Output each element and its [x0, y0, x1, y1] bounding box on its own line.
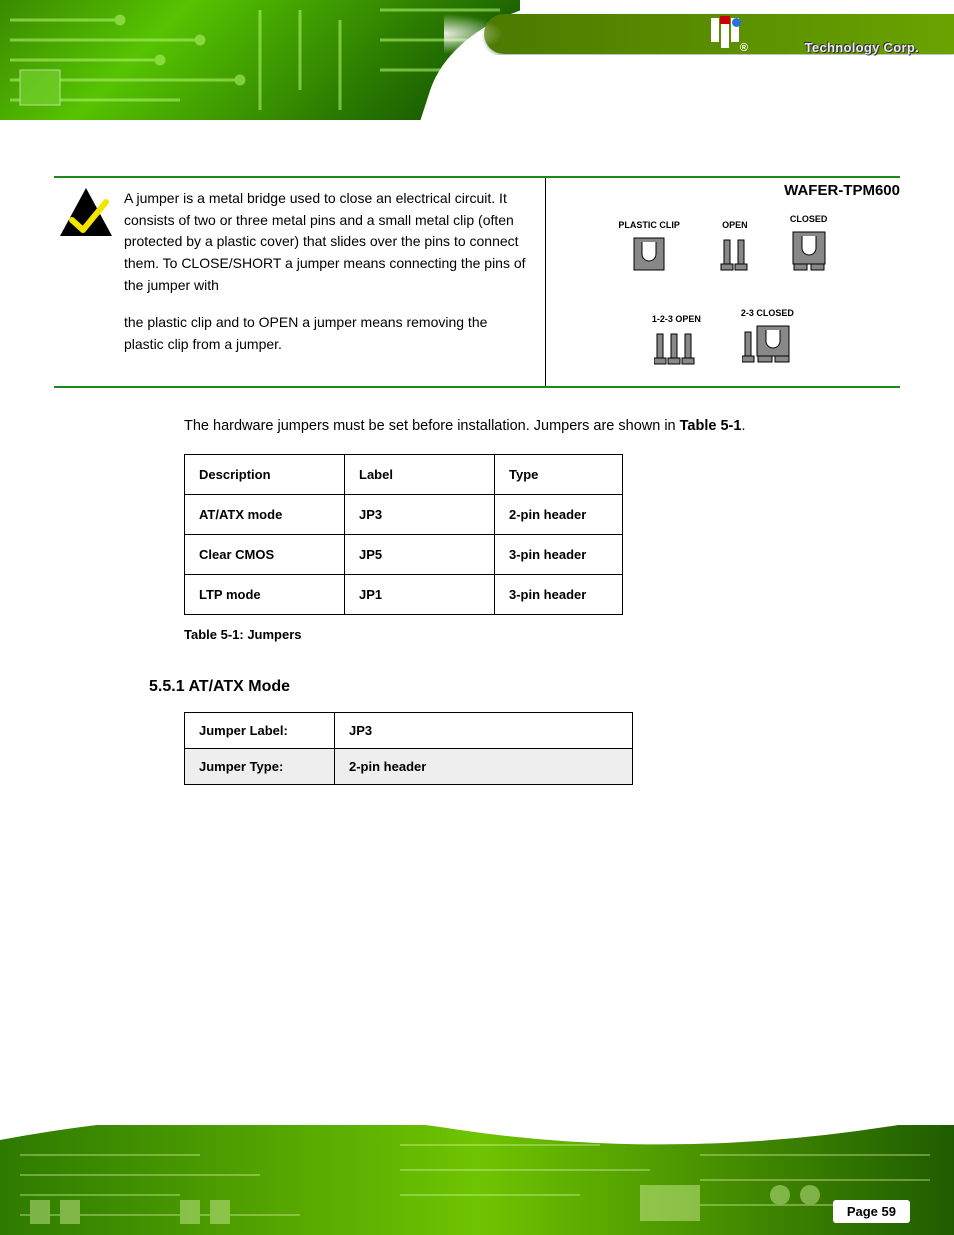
- jumper-123-open-icon: [654, 330, 698, 366]
- note-text: A jumper is a metal bridge used to close…: [124, 186, 531, 362]
- label-plastic-clip: PLASTIC CLIP: [618, 220, 680, 230]
- footer-wave-icon: [0, 1125, 954, 1165]
- registered-mark: ®: [740, 42, 748, 54]
- table-header-row: Description Label Type: [185, 454, 623, 494]
- jumper-open-icon: [720, 236, 750, 272]
- plastic-clip-icon: [632, 236, 666, 272]
- page-number: Page 59: [833, 1200, 910, 1223]
- banner-white-curve-2: [420, 55, 954, 120]
- jumper-23-closed-icon: [742, 324, 792, 366]
- jumpers-table: Description Label Type AT/ATX mode JP3 2…: [184, 454, 623, 615]
- note-paragraph-2: the plastic clip and to OPEN a jumper me…: [124, 312, 531, 355]
- bottom-banner: Page 59: [0, 1125, 954, 1235]
- table-row: Clear CMOS JP5 3-pin header: [185, 534, 623, 574]
- col-label: Label: [345, 454, 495, 494]
- col-description: Description: [185, 454, 345, 494]
- jumper-closed-icon: [791, 230, 827, 272]
- table-row: LTP mode JP1 3-pin header: [185, 574, 623, 614]
- brand-text: Technology Corp.: [805, 40, 919, 55]
- logo-blue-dot-icon: [732, 18, 741, 27]
- label-open: OPEN: [722, 220, 748, 230]
- note-checkmark-icon: [58, 186, 114, 242]
- atx-mode-table: Jumper Label: JP3 Jumper Type: 2-pin hea…: [184, 712, 633, 785]
- table-row: Jumper Type: 2-pin header: [185, 748, 633, 784]
- table-row: Jumper Label: JP3: [185, 712, 633, 748]
- col-type: Type: [495, 454, 623, 494]
- page-content: WAFER-TPM600 A jumper is a metal bridge …: [0, 176, 954, 785]
- note-box: A jumper is a metal bridge used to close…: [54, 176, 900, 388]
- label-23-closed: 2-3 CLOSED: [741, 308, 794, 318]
- jumper-illustration: PLASTIC CLIP OPEN: [545, 178, 900, 386]
- table-ref: Table 5-1: [680, 418, 742, 434]
- table-row: AT/ATX mode JP3 2-pin header: [185, 494, 623, 534]
- table-caption: Table 5-1: Jumpers: [184, 627, 900, 642]
- note-paragraph-1: A jumper is a metal bridge used to close…: [124, 188, 531, 296]
- label-closed: CLOSED: [790, 214, 828, 224]
- section-heading: 5.5.1 AT/ATX Mode: [149, 678, 900, 696]
- top-banner: ® Technology Corp.: [0, 0, 954, 120]
- label-123-open: 1-2-3 OPEN: [652, 314, 701, 324]
- brand-logo: [711, 18, 739, 48]
- intro-paragraph: The hardware jumpers must be set before …: [54, 416, 900, 438]
